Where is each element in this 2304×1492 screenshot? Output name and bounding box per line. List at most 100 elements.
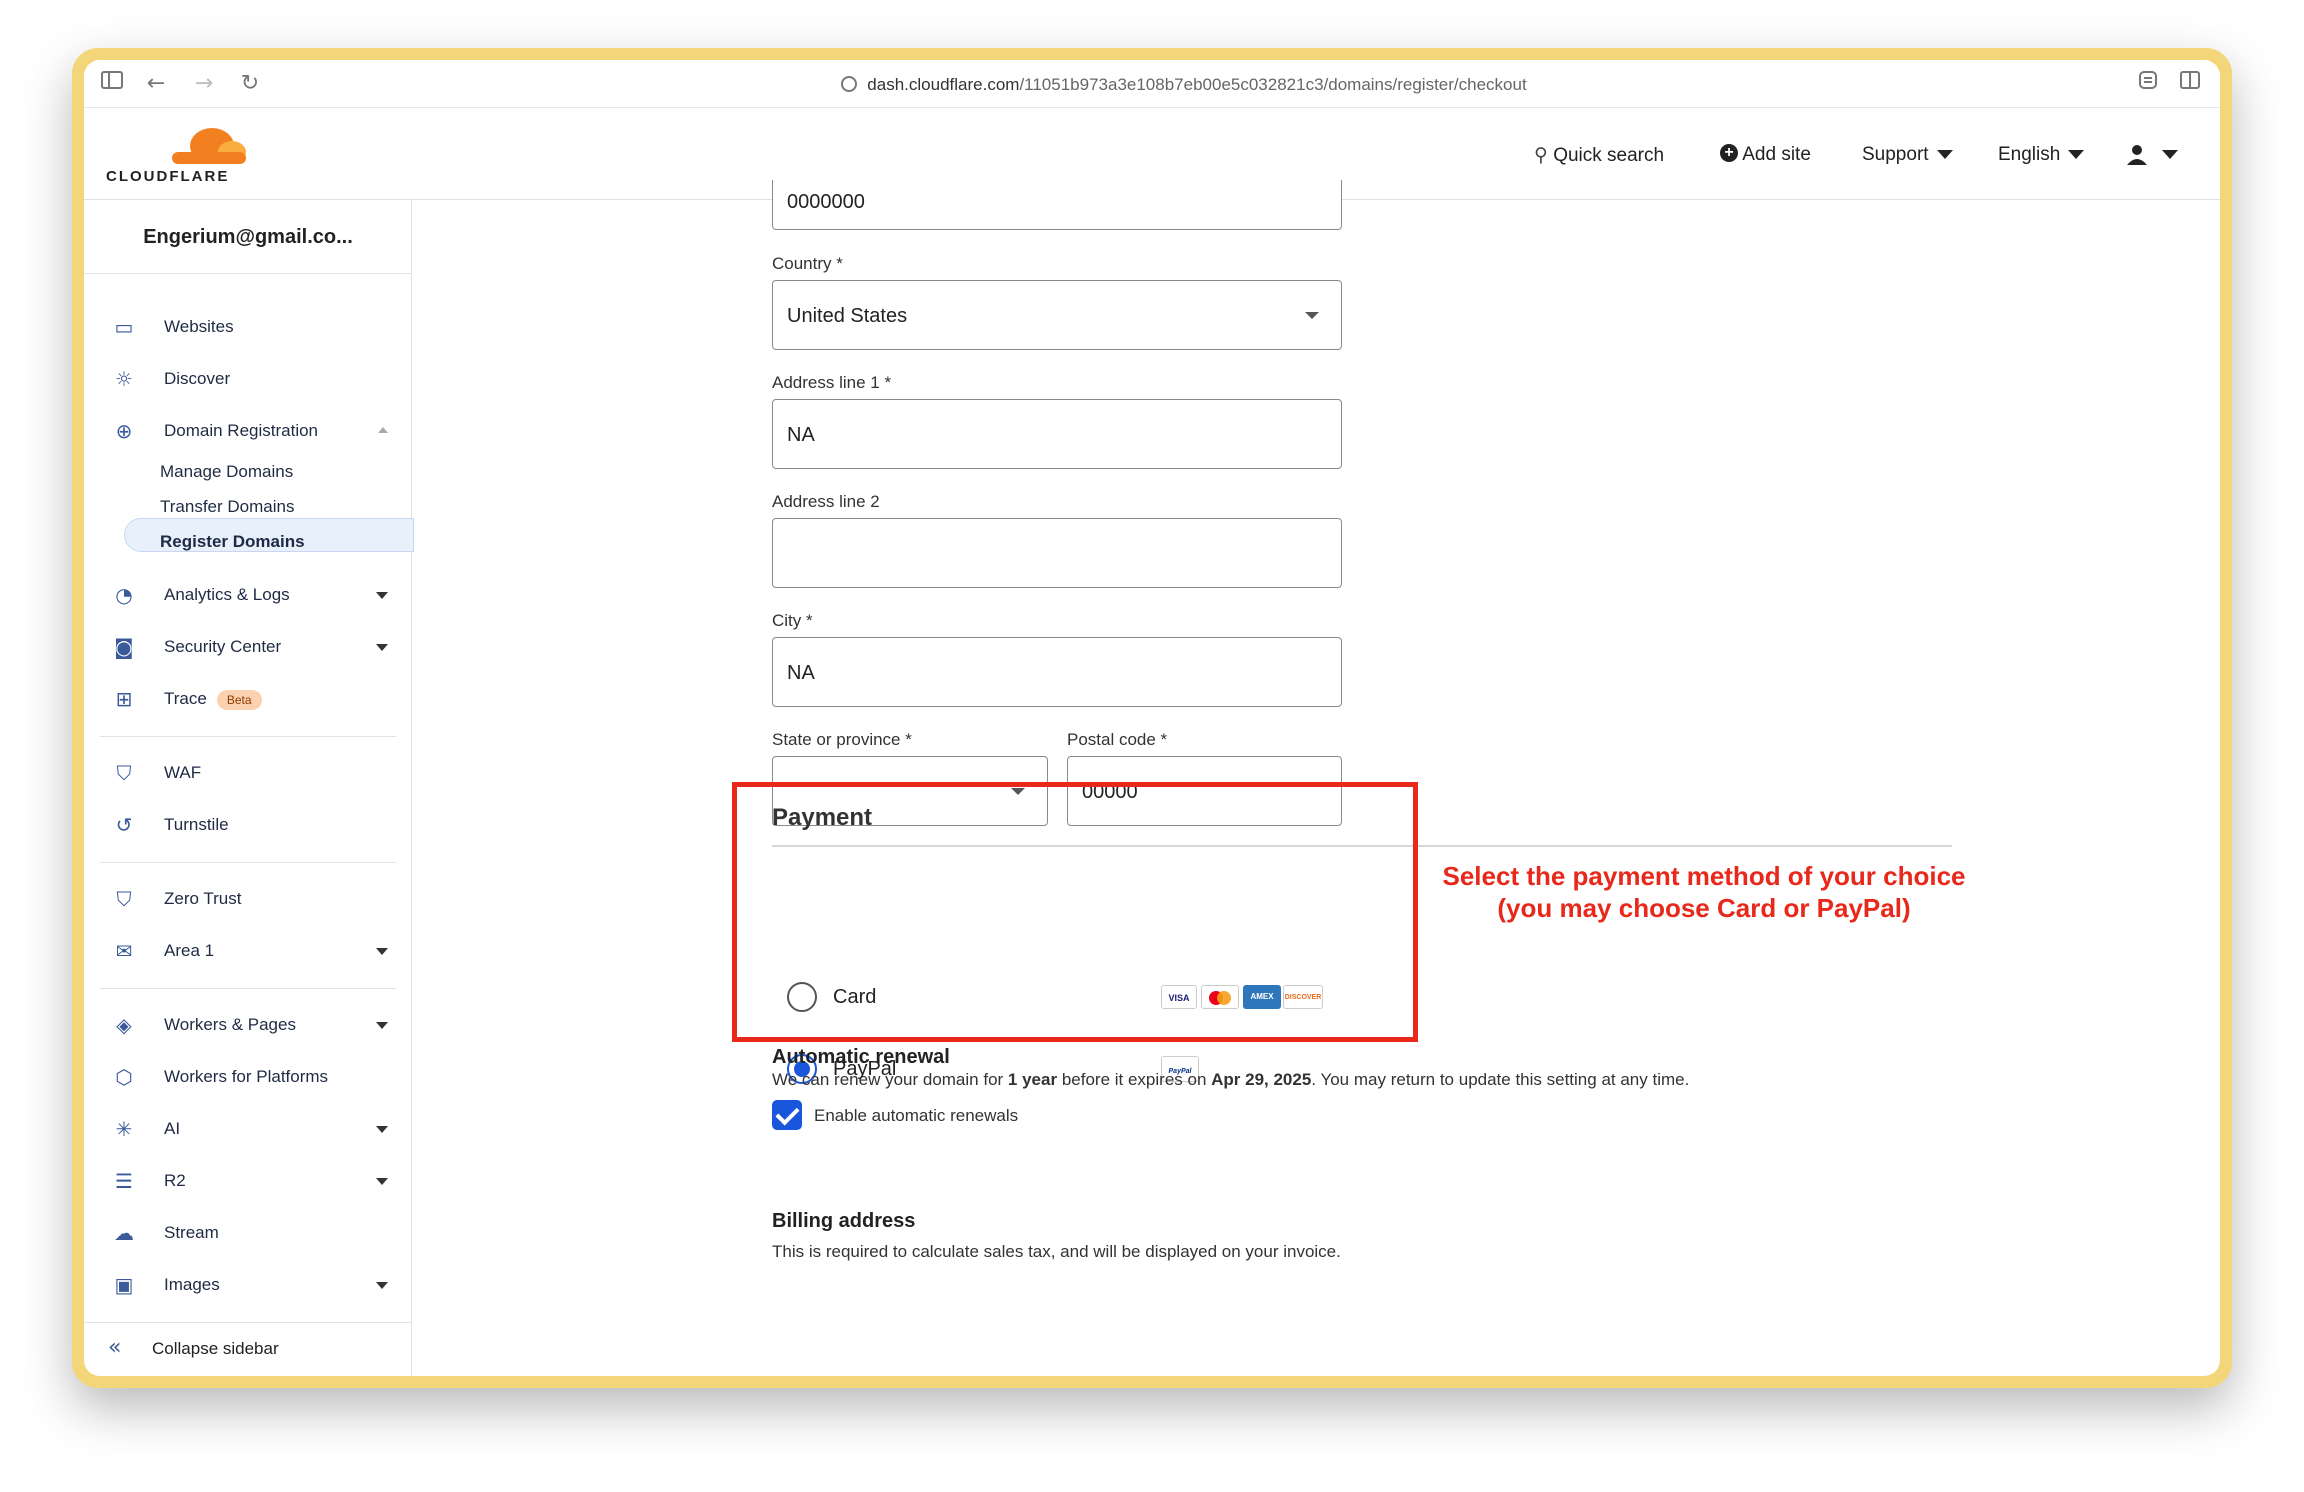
collapse-sidebar-button[interactable]: « Collapse sidebar [84,1322,412,1376]
sidebar-item-label: Security Center [164,637,282,656]
chevron-down-icon [376,644,388,651]
renewal-title: Automatic renewal [772,1046,950,1068]
chevron-down-icon [2162,150,2178,160]
sidebar-item-area1[interactable]: ✉ Area 1 [112,936,402,966]
sidebar-item-trace[interactable]: ⊞ Trace Beta [112,684,402,714]
sidebar-divider [100,988,396,989]
plus-circle-icon: + [1720,143,1738,162]
collapse-sidebar-label: Collapse sidebar [152,1339,279,1358]
hierarchy-icon: ⊞ [115,687,133,711]
cube-icon: ⬡ [115,1065,133,1089]
chevron-down-icon [376,1178,388,1185]
database-icon: ☰ [115,1169,133,1193]
sidebar-item-workers-pages[interactable]: ◈ Workers & Pages [112,1010,402,1040]
country-select[interactable]: United States [772,280,1342,350]
browser-window-icon: ▭ [114,315,134,339]
phone-input[interactable]: 0000000 [772,180,1342,230]
zero-trust-shield-icon: ⛉ [116,887,132,911]
browser-window: ← → ↻ dash.cloudflare.com/11051b973a3e10… [84,60,2220,1376]
security-center-icon: ◙ [114,635,134,659]
image-icon: ▣ [114,1273,134,1297]
add-site-button[interactable]: + Add site [1720,142,1811,168]
address1-label: Address line 1 * [772,373,892,392]
address-bar[interactable]: dash.cloudflare.com/11051b973a3e108b7eb0… [784,72,1584,98]
dropdown-caret-icon [1305,312,1319,319]
chevron-down-icon [2068,150,2085,160]
chevron-down-icon [1936,150,1953,160]
stream-cloud-icon: ☁ [114,1221,134,1245]
user-menu[interactable] [2126,142,2178,168]
sidebar-item-waf[interactable]: ⛉ WAF [112,758,402,788]
renewal-text-part: We can renew your domain for [772,1070,1008,1089]
sidebar-item-domain-registration[interactable]: ⊕ Domain Registration [112,416,402,446]
beta-badge: Beta [216,689,262,710]
sidebar-item-zero-trust[interactable]: ⛉ Zero Trust [112,884,402,914]
sidebar-item-label: Images [164,1275,220,1294]
window-frame: ← → ↻ dash.cloudflare.com/11051b973a3e10… [72,48,2232,1388]
user-icon [2127,144,2147,165]
renewal-term: 1 year [1007,1070,1058,1089]
globe-icon: ⊕ [115,419,133,443]
sidebar-item-r2[interactable]: ☰ R2 [112,1166,402,1196]
turnstile-icon: ↺ [115,813,133,837]
city-label: City * [772,611,813,630]
browser-toolbar: ← → ↻ dash.cloudflare.com/11051b973a3e10… [84,60,2220,108]
chevron-down-icon [376,1022,388,1029]
annotation-text: Select the payment method of your choice… [1424,860,1984,924]
city-input[interactable]: NA [772,637,1342,707]
annotation-line-1: Select the payment method of your choice [1442,861,1966,891]
back-icon[interactable]: ← [142,70,170,98]
sidebar-item-websites[interactable]: ▭ Websites [112,312,402,342]
quick-search-button[interactable]: ⚲ Quick search [1534,142,1664,168]
pie-chart-icon: ◔ [115,583,133,607]
country-label: Country * [772,254,843,273]
auto-renew-label[interactable]: Enable automatic renewals [814,1106,1018,1126]
sidebar-item-discover[interactable]: ☼ Discover [112,364,402,394]
url-path: /11051b973a3e108b7eb00e5c032821c3/domain… [1019,75,1527,94]
sidebar-divider [100,862,396,863]
sidebar-subitem-manage-domains[interactable]: Manage Domains [160,458,293,486]
sidebar-item-label: Domain Registration [164,421,319,440]
address2-input[interactable] [772,518,1342,588]
sidebar-item-label: Websites [164,317,234,336]
sidebar-item-analytics[interactable]: ◔ Analytics & Logs [112,580,402,610]
address1-input[interactable]: NA [772,399,1342,469]
sidebar-item-stream[interactable]: ☁ Stream [112,1218,402,1248]
sparkle-icon: ✳ [115,1117,133,1141]
chevron-down-icon [376,592,388,599]
reload-icon[interactable]: ↻ [236,70,264,98]
cloud-logo-icon [172,128,246,164]
logo-text: CLOUDFLARE [106,168,230,185]
billing-title: Billing address [772,1210,916,1232]
envelope-icon: ✉ [115,939,133,963]
support-label: Support [1862,144,1929,165]
sidebar-item-label: Workers & Pages [164,1015,296,1034]
sidebar-subitem-transfer-domains[interactable]: Transfer Domains [160,493,294,521]
sidebar-toggle-icon[interactable] [98,70,126,98]
shield-icon: ⛉ [116,761,132,785]
sidebar-item-label: Analytics & Logs [164,585,290,604]
sidebar-item-turnstile[interactable]: ↺ Turnstile [112,810,402,840]
cloudflare-logo[interactable]: CLOUDFLARE [104,122,254,186]
sidebar-item-security-center[interactable]: ◙ Security Center [112,632,402,662]
sidebar-item-label: Discover [164,369,231,388]
annotation-highlight-box [732,782,1418,1042]
quick-search-label: Quick search [1553,145,1665,166]
sidebar-item-ai[interactable]: ✳ AI [112,1114,402,1144]
sidebar-item-images[interactable]: ▣ Images [112,1270,402,1300]
split-view-icon[interactable] [2176,70,2204,98]
add-site-label: Add site [1742,144,1811,165]
double-chevron-left-icon: « [108,1335,122,1360]
sidebar-subitem-register-domains[interactable]: Register Domains [160,528,305,556]
forward-icon[interactable]: → [190,70,218,98]
chevron-down-icon [376,1282,388,1289]
sidebar: Engerium@gmail.co... ▭ Websites ☼ Discover… [84,200,414,1376]
extension-icon[interactable] [2134,70,2162,98]
renewal-text-part: before it expires on [1057,1070,1212,1089]
language-menu[interactable]: English [1998,142,2085,168]
auto-renew-checkbox[interactable] [772,1100,802,1130]
renewal-expiry-date: Apr 29, 2025 [1211,1070,1312,1089]
sidebar-item-workers-platforms[interactable]: ⬡ Workers for Platforms [112,1062,402,1092]
account-name[interactable]: Engerium@gmail.co... [84,200,412,274]
support-menu[interactable]: Support [1862,142,1953,168]
